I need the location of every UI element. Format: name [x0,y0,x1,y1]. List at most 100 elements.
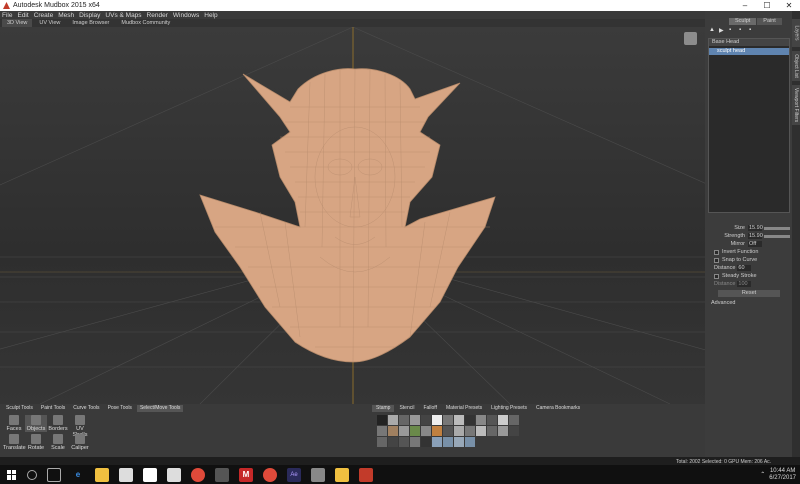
tab-stamp[interactable]: Stamp [372,405,395,412]
tool-translate[interactable]: Translate [3,434,26,451]
menu-create[interactable]: Create [34,12,54,19]
stamp-thumbnail[interactable] [432,437,442,447]
stamp-thumbnail[interactable] [487,426,497,436]
sculpt-head-mesh[interactable] [199,68,496,363]
stamp-thumbnail[interactable] [432,415,442,425]
snap-checkbox[interactable] [714,257,719,263]
stamp-thumbnail[interactable] [377,426,387,436]
stamp-thumbnail[interactable] [454,437,464,447]
delete-layer-icon[interactable]: ▪ [739,27,747,34]
stamp-thumbnail[interactable] [421,437,431,447]
stamp-thumbnail[interactable] [454,426,464,436]
stamp-thumbnail[interactable] [377,437,387,447]
edge-icon[interactable]: e [71,468,85,482]
side-tab-object-list[interactable]: Object List [792,51,800,81]
tab-sculpt-tools[interactable]: Sculpt Tools [3,405,36,412]
tab-uv-view[interactable]: UV View [34,19,65,27]
tab-select-move-tools[interactable]: Select/Move Tools [136,405,184,412]
stamp-thumbnail[interactable] [476,426,486,436]
strength-field[interactable]: 15.90 [748,233,763,239]
menu-file[interactable]: File [2,12,12,19]
stamp-thumbnail[interactable] [421,415,431,425]
stamp-thumbnail[interactable] [388,415,398,425]
advanced-label[interactable]: Advanced [708,300,735,306]
store-icon[interactable] [119,467,133,482]
menu-mesh[interactable]: Mesh [58,12,74,19]
stamp-thumbnail[interactable] [388,437,398,447]
layer-group-header[interactable]: Base Head [709,39,789,46]
viewport-canvas[interactable] [0,27,705,404]
stamp-thumbnail[interactable] [476,415,486,425]
tab-paint-tools[interactable]: Paint Tools [38,405,68,412]
steady-checkbox[interactable] [714,273,719,279]
side-tab-layers[interactable]: Layers [792,19,800,47]
minimize-button[interactable]: – [734,0,756,11]
tab-3d-view[interactable]: 3D View [2,19,33,27]
stamp-thumbnail[interactable] [388,426,398,436]
folder-icon[interactable] [335,467,349,482]
stamp-thumbnail[interactable] [465,426,475,436]
stamp-thumbnail[interactable] [399,426,409,436]
advanced-row[interactable]: Advanced [708,299,790,307]
reset-button[interactable]: Reset [718,290,780,297]
stamp-thumbnail[interactable] [509,415,519,425]
menu-display[interactable]: Display [79,12,100,19]
search-icon[interactable] [27,469,37,480]
stamp-thumbnail[interactable] [465,415,475,425]
tool-objects[interactable]: Objects [25,415,47,432]
new-layer-icon[interactable]: ▲ [709,27,717,34]
task-view-icon[interactable] [47,467,61,482]
mudbox-taskbar-icon[interactable] [359,467,373,482]
stamp-thumbnail[interactable] [410,426,420,436]
tab-sculpt[interactable]: Sculpt [729,18,757,25]
stamp-thumbnail[interactable] [443,426,453,436]
stamp-thumbnail[interactable] [509,426,519,436]
stamp-thumbnail[interactable] [498,426,508,436]
tool-rotate[interactable]: Rotate [25,434,47,451]
tab-falloff[interactable]: Falloff [419,405,441,412]
menu-help[interactable]: Help [204,12,217,19]
stamp-thumbnail[interactable] [432,426,442,436]
tab-camera-bookmarks[interactable]: Camera Bookmarks [532,405,584,412]
strength-slider[interactable] [764,234,790,238]
stamp-thumbnail[interactable] [454,415,464,425]
tab-material-presets[interactable]: Material Presets [442,405,486,412]
stamp-thumbnail[interactable] [410,437,420,447]
stamp-thumbnail[interactable] [410,415,420,425]
media-icon[interactable] [143,467,157,482]
tab-lighting-presets[interactable]: Lighting Presets [487,405,531,412]
lock-layer-icon[interactable]: ▶ [719,27,727,34]
menu-layer-icon[interactable]: ▪ [749,27,757,34]
settings-icon[interactable] [215,467,229,482]
menu-edit[interactable]: Edit [17,12,28,19]
stamp-thumbnail[interactable] [421,426,431,436]
tool-borders[interactable]: Borders [47,415,69,432]
stamp-thumbnail[interactable] [399,437,409,447]
tab-pose-tools[interactable]: Pose Tools [105,405,135,412]
clock[interactable]: 10:44 AM 6/27/2017 [769,468,796,482]
invert-checkbox[interactable] [714,249,719,255]
tab-mudbox-community[interactable]: Mudbox Community [116,19,175,27]
m-app-icon[interactable]: M [239,467,253,482]
car-app-icon[interactable] [167,467,181,482]
file-explorer-icon[interactable] [95,467,109,482]
maximize-button[interactable]: ☐ [756,0,778,11]
after-effects-icon[interactable]: Ae [287,467,301,482]
image-app-icon[interactable] [311,467,325,482]
mirror-select[interactable]: Off [748,241,762,247]
chrome-icon[interactable] [191,467,205,482]
tool-scale[interactable]: Scale [47,434,69,451]
copy-layer-icon[interactable]: ▪ [729,27,737,34]
tab-paint[interactable]: Paint [757,18,782,25]
windows-start-icon[interactable] [7,469,17,480]
tab-stencil[interactable]: Stencil [395,405,418,412]
tab-image-browser[interactable]: Image Browser [67,19,114,27]
stamp-thumbnail[interactable] [498,415,508,425]
tool-faces[interactable]: Faces [3,415,25,432]
tab-curve-tools[interactable]: Curve Tools [70,405,102,412]
menu-windows[interactable]: Windows [173,12,199,19]
chrome-2-icon[interactable] [263,467,277,482]
layer-item[interactable]: sculpt head [709,48,789,55]
menu-uvs-maps[interactable]: UVs & Maps [105,12,141,19]
network-icon[interactable]: ⌃ [760,471,765,478]
